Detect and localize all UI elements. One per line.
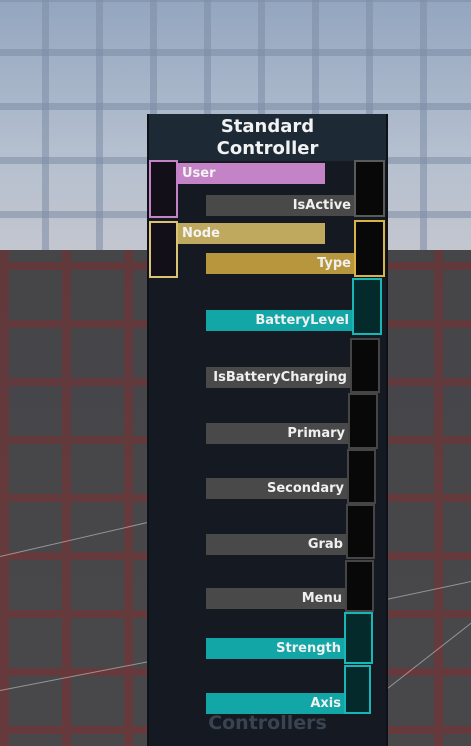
node-title-line2: Controller (216, 138, 319, 159)
output-label-primary: Primary (206, 423, 348, 444)
node-category-label: Controllers (208, 712, 327, 734)
output-port-batterylevel[interactable] (352, 278, 382, 335)
output-label-grab: Grab (206, 534, 346, 555)
output-port-axis[interactable] (344, 665, 371, 714)
output-label-type: Type (206, 253, 354, 274)
output-label-secondary: Secondary (206, 478, 347, 499)
node-title-line1: Standard (220, 116, 315, 137)
output-label-axis: Axis (206, 693, 344, 714)
output-port-isbatterycharging[interactable] (350, 338, 380, 393)
output-label-isbatterycharging: IsBatteryCharging (206, 367, 350, 388)
output-label-strength: Strength (206, 638, 344, 659)
output-label-batterylevel: BatteryLevel (206, 310, 352, 331)
standard-controller-node[interactable]: Standard Controller User Node IsActive T… (147, 114, 388, 746)
output-port-menu[interactable] (345, 560, 374, 612)
input-label-user: User (178, 163, 325, 184)
output-label-isactive: IsActive (206, 195, 354, 216)
output-port-strength[interactable] (344, 612, 373, 664)
input-port-node[interactable] (149, 221, 178, 278)
output-port-primary[interactable] (348, 393, 378, 449)
output-port-grab[interactable] (346, 504, 375, 559)
input-port-user[interactable] (149, 160, 178, 218)
output-port-secondary[interactable] (347, 449, 376, 504)
output-port-type[interactable] (354, 220, 385, 277)
node-header[interactable]: Standard Controller (149, 114, 386, 161)
input-label-node: Node (178, 223, 325, 244)
node-title: Standard Controller (149, 116, 386, 160)
output-label-menu: Menu (206, 588, 345, 609)
output-port-isactive[interactable] (354, 160, 385, 217)
